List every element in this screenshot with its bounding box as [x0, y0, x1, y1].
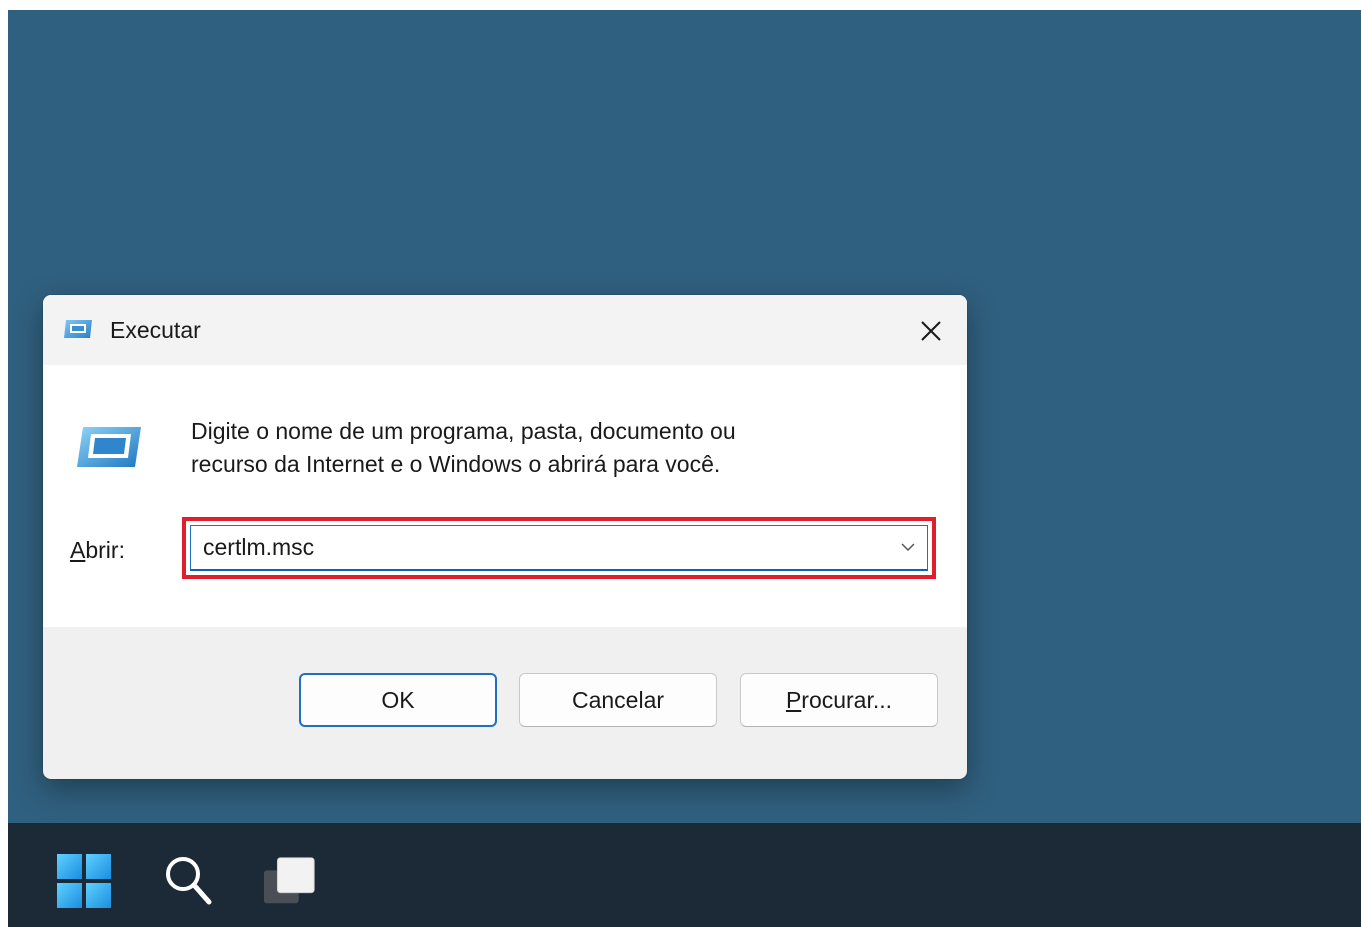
windows-start-icon [57, 854, 111, 908]
button-bar: OK Cancelar Procurar... [43, 627, 967, 779]
dialog-description: Digite o nome de um programa, pasta, doc… [191, 418, 736, 477]
browse-mnemonic: P [785, 686, 802, 713]
chevron-down-icon [901, 543, 915, 552]
run-dialog: Executar Digite o nome de um programa, p… [43, 295, 967, 779]
cancel-button[interactable]: Cancelar [519, 673, 717, 727]
run-app-icon [63, 319, 93, 344]
browse-button[interactable]: Procurar... [740, 673, 938, 727]
open-input[interactable] [203, 532, 883, 562]
close-button[interactable] [911, 311, 951, 351]
title-bar: Executar [43, 295, 967, 365]
open-combobox[interactable] [190, 525, 928, 571]
open-label-mnemonic: A [70, 537, 86, 563]
dialog-title: Executar [110, 317, 201, 343]
task-view-icon [263, 857, 315, 904]
run-program-icon [75, 425, 143, 474]
open-label-text: brir: [85, 537, 125, 563]
ok-button[interactable]: OK [299, 673, 497, 727]
browse-label: rocurar... [801, 686, 893, 713]
task-view-button[interactable] [262, 853, 318, 909]
close-icon [921, 321, 941, 341]
taskbar [8, 823, 1361, 927]
search-button[interactable] [160, 853, 216, 909]
dialog-body: Digite o nome de um programa, pasta, doc… [43, 365, 967, 627]
open-label: Abrir: [70, 535, 125, 565]
highlight-box [182, 517, 936, 579]
start-button[interactable] [56, 853, 112, 909]
dropdown-button[interactable] [897, 536, 919, 558]
search-icon [166, 857, 212, 905]
